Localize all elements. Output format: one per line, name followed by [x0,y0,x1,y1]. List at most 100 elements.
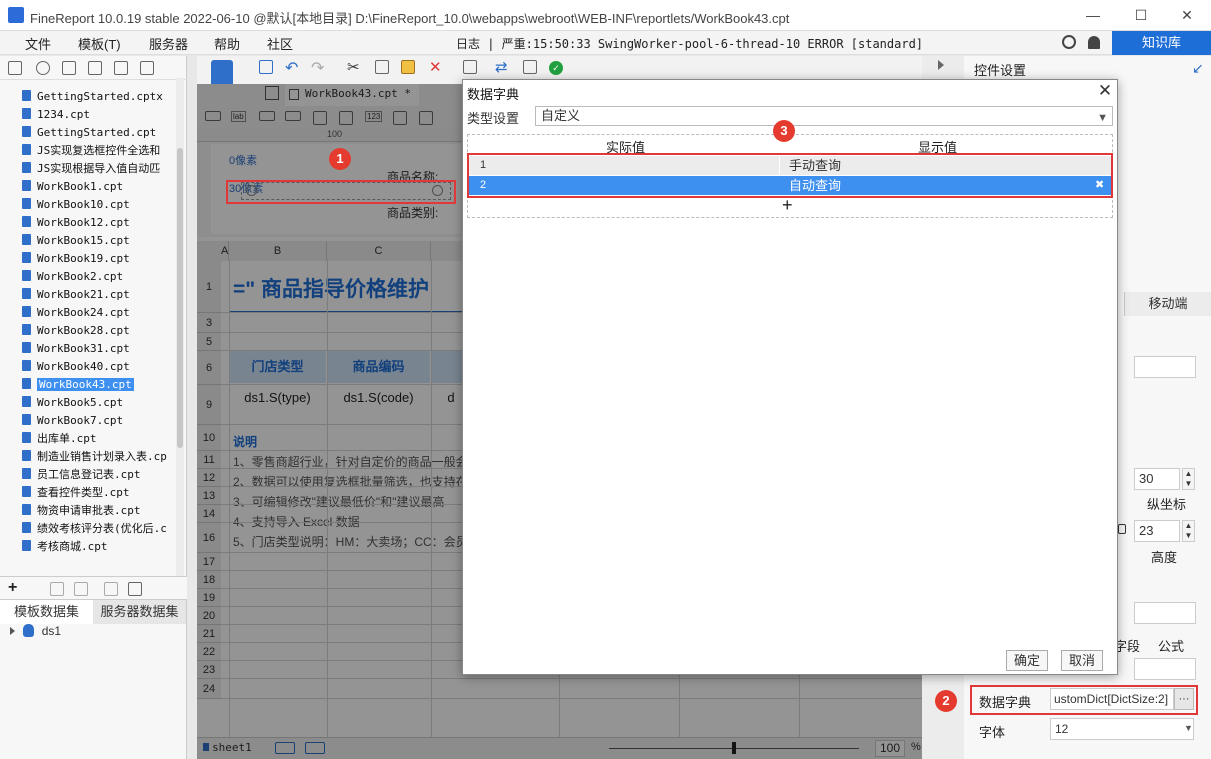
file-name: WorkBook24.cpt [37,306,130,319]
file-icon [22,522,31,533]
file-item[interactable]: WorkBook1.cpt [22,178,123,196]
file-item[interactable]: WorkBook40.cpt [22,358,130,376]
open-template-icon[interactable] [62,61,76,75]
refresh-icon[interactable] [36,61,50,75]
file-icon [22,396,31,407]
file-list-scrollbar[interactable] [176,78,184,612]
file-item[interactable]: WorkBook43.cpt [22,376,134,394]
height-input[interactable]: 23 [1134,520,1180,542]
tab-server-dataset[interactable]: 服务器数据集 [93,600,186,624]
cut-icon[interactable]: ✂ [347,58,360,76]
copy-toolbar-icon[interactable] [375,60,389,74]
dataset-settings-icon[interactable] [128,582,142,596]
swap-icon[interactable]: ⇄ [495,58,508,76]
knowledge-base-button[interactable]: 知识库 [1112,31,1211,55]
file-item[interactable]: WorkBook2.cpt [22,268,123,286]
chevron-down-icon[interactable]: ▼ [1184,723,1193,733]
expand-icon[interactable] [10,627,16,635]
lock-icon[interactable] [1118,524,1126,534]
add-row-icon[interactable]: + [782,195,793,216]
undo-icon[interactable]: ↶ [285,58,298,78]
scroll-thumb[interactable] [177,148,183,448]
file-item[interactable]: WorkBook21.cpt [22,286,130,304]
file-item[interactable]: 制造业销售计划录入表.cp [22,448,167,466]
file-name: 考核商城.cpt [37,540,108,553]
file-item[interactable]: 绩效考核评分表(优化后.c [22,520,167,538]
label-formula[interactable]: 公式 [1158,636,1184,655]
delete-dataset-icon[interactable] [74,582,88,596]
collapse-icon[interactable] [938,60,944,70]
check-icon[interactable]: ✓ [549,61,563,75]
file-item[interactable]: GettingStarted.cptx [22,88,163,106]
file-item[interactable]: WorkBook7.cpt [22,412,123,430]
preview-icon[interactable] [104,582,118,596]
menu-server[interactable]: 服务器 [149,34,188,53]
dialog-close-button[interactable]: ✕ [1095,81,1115,101]
clear-icon[interactable]: ✕ [429,58,442,76]
file-item[interactable]: WorkBook24.cpt [22,304,130,322]
log-message[interactable]: 日志 | 严重:15:50:33 SwingWorker-pool-6-thre… [456,35,923,52]
bell-icon[interactable] [1088,36,1100,49]
file-item[interactable]: WorkBook19.cpt [22,250,130,268]
ok-button[interactable]: 确定 [1006,650,1048,671]
tab-mobile[interactable]: 移动端 [1124,292,1211,316]
file-item[interactable]: WorkBook28.cpt [22,322,130,340]
file-item[interactable]: 出库单.cpt [22,430,97,448]
redo-icon[interactable]: ↷ [311,58,324,78]
save-icon[interactable] [259,60,273,74]
delete-icon[interactable] [114,61,128,75]
file-item[interactable]: 员工信息登记表.cpt [22,466,141,484]
file-item[interactable]: WorkBook15.cpt [22,232,130,250]
parameter-icon[interactable] [463,60,477,74]
menu-community[interactable]: 社区 [267,34,293,53]
menu-help[interactable]: 帮助 [214,34,240,53]
step-badge-3: 3 [773,120,795,142]
file-name: WorkBook7.cpt [37,414,124,427]
add-dataset-icon[interactable]: + [8,579,17,597]
file-item[interactable]: WorkBook12.cpt [22,214,130,232]
file-item[interactable]: 物资申请审批表.cpt [22,502,141,520]
file-name: WorkBook19.cpt [37,252,130,265]
file-item[interactable]: JS实现复选框控件全选和 [22,142,160,160]
panel-title: 控件设置 [974,63,1027,78]
dataset-item[interactable]: ds1 [42,624,61,638]
type-select[interactable]: 自定义 ▼ [535,106,1113,126]
settings-input[interactable] [1134,356,1196,378]
file-icon [22,324,31,335]
file-item[interactable]: WorkBook5.cpt [22,394,123,412]
tab-template-dataset[interactable]: 模板数据集 [0,600,93,624]
font-size-select[interactable]: 12 [1050,718,1194,740]
new-folder-icon[interactable] [8,61,22,75]
search-icon[interactable] [1062,35,1076,49]
y-spinner[interactable]: ▲ ▼ [1182,468,1195,490]
zoom-icon[interactable] [523,60,537,74]
settings-input[interactable] [1134,658,1196,680]
copy-icon[interactable] [140,61,154,75]
height-spinner[interactable]: ▲ ▼ [1182,520,1195,542]
file-item[interactable]: JS实现根据导入值自动匹 [22,160,160,178]
paste-icon[interactable] [401,60,415,74]
file-item[interactable]: WorkBook10.cpt [22,196,130,214]
file-item[interactable]: 考核商城.cpt [22,538,108,556]
file-item[interactable]: 1234.cpt [22,106,90,124]
close-window-button[interactable]: ✕ [1172,4,1202,26]
file-item[interactable]: WorkBook31.cpt [22,340,130,358]
menu-file[interactable]: 文件 [25,34,51,53]
highlight-radio-widget [226,180,456,204]
file-item[interactable]: 查看控件类型.cpt [22,484,130,502]
highlight-dictionary-rows [467,153,1113,198]
label-font: 字体 [979,725,1006,740]
settings-input[interactable] [1134,602,1196,624]
edit-icon[interactable] [50,582,64,596]
dataset-tree: ds1 [10,624,61,638]
cancel-button[interactable]: 取消 [1061,650,1103,671]
file-item[interactable]: GettingStarted.cpt [22,124,156,142]
y-coordinate-input[interactable]: 30 [1134,468,1180,490]
settings-icon[interactable] [88,61,102,75]
file-name: WorkBook12.cpt [37,216,130,229]
minimize-button[interactable]: — [1078,4,1108,26]
file-icon [22,126,31,137]
maximize-button[interactable]: ☐ [1126,4,1156,26]
menu-template[interactable]: 模板(T) [78,34,121,53]
resize-icon[interactable]: ↙ [1192,60,1204,77]
